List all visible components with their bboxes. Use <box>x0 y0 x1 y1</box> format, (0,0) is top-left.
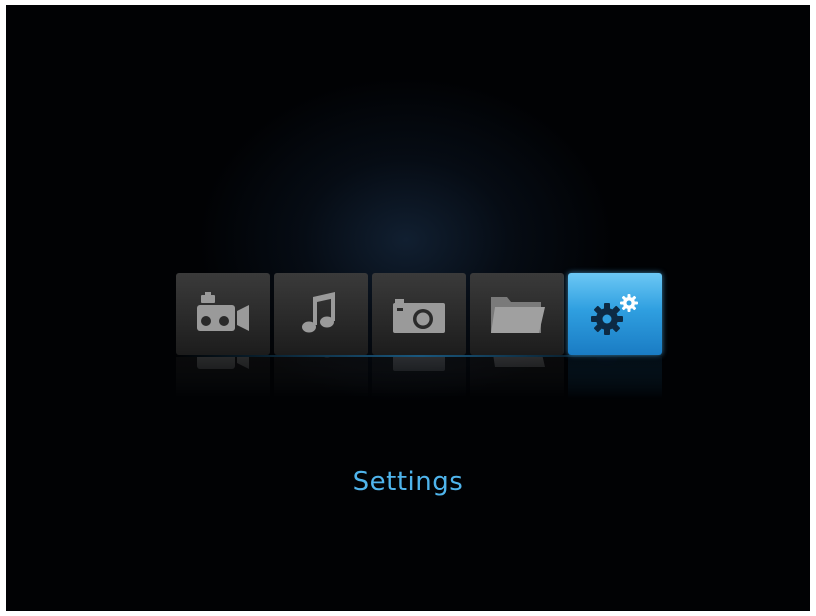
menu-item-settings[interactable] <box>568 273 662 355</box>
folder-icon <box>485 289 549 339</box>
selected-item-label: Settings <box>352 467 464 497</box>
main-menu-bar <box>176 273 662 355</box>
menu-reflection <box>176 357 662 399</box>
reflection-tile <box>470 357 564 399</box>
menu-item-files[interactable] <box>470 273 564 355</box>
menu-item-photo[interactable] <box>372 273 466 355</box>
menu-item-video[interactable] <box>176 273 270 355</box>
reflection-tile <box>372 357 466 399</box>
reflection-tile <box>274 357 368 399</box>
music-note-icon <box>289 289 353 339</box>
camera-icon <box>387 289 451 339</box>
media-player-screen: Settings <box>6 5 810 611</box>
gears-icon <box>583 289 647 339</box>
video-camera-icon <box>191 289 255 339</box>
reflection-tile <box>176 357 270 399</box>
menu-item-music[interactable] <box>274 273 368 355</box>
reflection-tile <box>568 357 662 399</box>
